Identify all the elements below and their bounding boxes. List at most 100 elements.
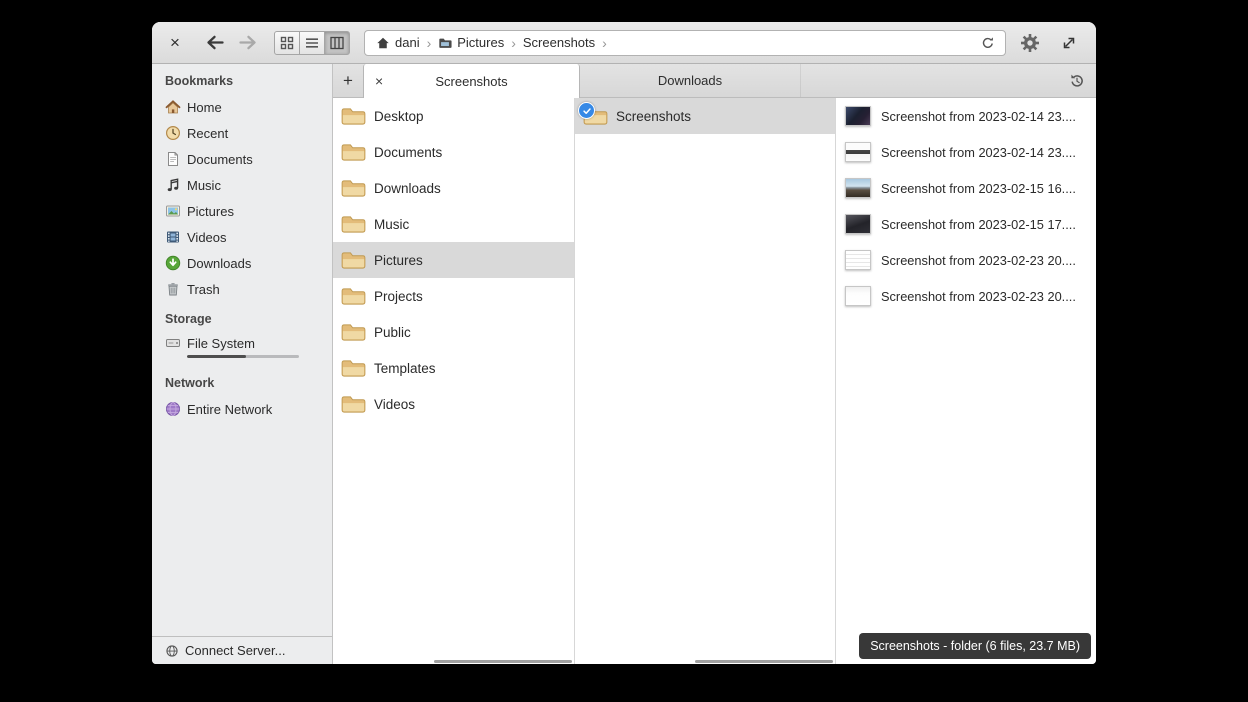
expand-icon: [1061, 35, 1077, 51]
new-tab-button[interactable]: +: [333, 64, 363, 97]
miller-columns: Desktop Documents Downloads Music: [333, 98, 1096, 664]
folder-row-documents[interactable]: Documents: [333, 134, 574, 170]
folder-name: Desktop: [374, 109, 424, 124]
folder-row-music[interactable]: Music: [333, 206, 574, 242]
tab-close-button[interactable]: ×: [375, 64, 383, 98]
folder-row-pictures[interactable]: Pictures: [333, 242, 574, 278]
horizontal-scrollbar[interactable]: [434, 660, 572, 663]
file-name: Screenshot from 2023-02-15 17....: [881, 217, 1076, 232]
file-thumbnail: [845, 106, 871, 126]
grid-view-button[interactable]: [274, 31, 300, 55]
recent-icon: [165, 125, 181, 141]
sidebar-item-label: Home: [187, 100, 222, 115]
file-row[interactable]: Screenshot from 2023-02-23 20....: [836, 242, 1096, 278]
file-thumbnail: [845, 142, 871, 162]
path-bar[interactable]: dani › Pictures › Screenshots ›: [364, 30, 1006, 56]
file-row[interactable]: Screenshot from 2023-02-23 20....: [836, 278, 1096, 314]
gear-icon: [1020, 33, 1040, 53]
sidebar-item-music[interactable]: Music: [152, 172, 332, 198]
folder-icon: [341, 359, 366, 378]
settings-button[interactable]: [1015, 28, 1045, 58]
file-row[interactable]: Screenshot from 2023-02-15 16....: [836, 170, 1096, 206]
sidebar-item-label: Entire Network: [187, 402, 272, 417]
grid-view-icon: [280, 36, 294, 50]
folder-name: Documents: [374, 145, 442, 160]
history-button[interactable]: [1058, 64, 1096, 97]
music-icon: [165, 177, 181, 193]
breadcrumb-pictures[interactable]: Pictures: [432, 35, 510, 50]
file-thumbnail: [845, 286, 871, 306]
chevron-right-icon: ›: [510, 35, 517, 51]
tab-downloads[interactable]: Downloads: [580, 64, 801, 97]
trash-icon: [165, 281, 181, 297]
tab-label: Downloads: [658, 73, 722, 88]
folder-icon: [438, 36, 452, 50]
chevron-right-icon: ›: [426, 35, 433, 51]
sidebar-section-bookmarks: Bookmarks: [152, 64, 332, 94]
tab-bar: + × Screenshots Downloads: [333, 64, 1096, 98]
fullscreen-button[interactable]: [1054, 28, 1084, 58]
folder-row-public[interactable]: Public: [333, 314, 574, 350]
sidebar-item-label: Documents: [187, 152, 253, 167]
filesystem-info: File System: [187, 335, 299, 358]
sidebar-item-documents[interactable]: Documents: [152, 146, 332, 172]
sidebar-item-videos[interactable]: Videos: [152, 224, 332, 250]
sidebar-item-recent[interactable]: Recent: [152, 120, 332, 146]
tab-screenshots[interactable]: × Screenshots: [363, 64, 580, 98]
sidebar-item-label: Videos: [187, 230, 227, 245]
home-icon: [165, 99, 181, 115]
folder-row-desktop[interactable]: Desktop: [333, 98, 574, 134]
folder-name: Projects: [374, 289, 423, 304]
folder-row-projects[interactable]: Projects: [333, 278, 574, 314]
back-button[interactable]: [202, 30, 229, 56]
horizontal-scrollbar[interactable]: [695, 660, 833, 663]
breadcrumb-label: dani: [395, 35, 420, 50]
file-name: Screenshot from 2023-02-14 23....: [881, 145, 1076, 160]
refresh-icon: [981, 36, 995, 50]
check-icon: [582, 106, 592, 116]
list-view-icon: [305, 36, 319, 50]
folder-icon: [341, 215, 366, 234]
column-view-button[interactable]: [324, 31, 350, 55]
file-name: Screenshot from 2023-02-14 23....: [881, 109, 1076, 124]
file-thumbnail: [845, 214, 871, 234]
file-row[interactable]: Screenshot from 2023-02-14 23....: [836, 98, 1096, 134]
folder-icon: [341, 179, 366, 198]
sidebar-item-label: File System: [187, 336, 299, 351]
folder-row-videos[interactable]: Videos: [333, 386, 574, 422]
sidebar-item-label: Trash: [187, 282, 220, 297]
folder-name: Public: [374, 325, 411, 340]
folder-icon: [341, 287, 366, 306]
sidebar-item-label: Pictures: [187, 204, 234, 219]
breadcrumb-screenshots[interactable]: Screenshots: [517, 35, 601, 50]
sidebar-item-pictures[interactable]: Pictures: [152, 198, 332, 224]
sidebar-item-downloads[interactable]: Downloads: [152, 250, 332, 276]
connect-server-button[interactable]: Connect Server...: [152, 636, 332, 664]
sidebar-section-storage: Storage: [152, 302, 332, 332]
folder-row-screenshots[interactable]: Screenshots: [575, 98, 835, 134]
folder-name: Videos: [374, 397, 415, 412]
folder-row-templates[interactable]: Templates: [333, 350, 574, 386]
window-close-button[interactable]: ×: [164, 32, 186, 54]
refresh-button[interactable]: [977, 32, 999, 54]
breadcrumb-home[interactable]: dani: [370, 35, 426, 50]
file-name: Screenshot from 2023-02-23 20....: [881, 289, 1076, 304]
sidebar-item-file-system[interactable]: File System: [152, 332, 332, 366]
folder-name: Templates: [374, 361, 436, 376]
folder-name: Downloads: [374, 181, 441, 196]
folder-row-downloads[interactable]: Downloads: [333, 170, 574, 206]
column-pictures-contents: Screenshots: [575, 98, 836, 664]
folder-name: Screenshots: [616, 109, 691, 124]
forward-button[interactable]: [234, 30, 261, 56]
column-view-icon: [330, 36, 344, 50]
sidebar-section-network: Network: [152, 366, 332, 396]
sidebar-item-entire-network[interactable]: Entire Network: [152, 396, 332, 422]
file-row[interactable]: Screenshot from 2023-02-15 17....: [836, 206, 1096, 242]
file-thumbnail: [845, 250, 871, 270]
pictures-icon: [165, 203, 181, 219]
sidebar-item-trash[interactable]: Trash: [152, 276, 332, 302]
list-view-button[interactable]: [299, 31, 325, 55]
file-row[interactable]: Screenshot from 2023-02-14 23....: [836, 134, 1096, 170]
sidebar-item-home[interactable]: Home: [152, 94, 332, 120]
file-name: Screenshot from 2023-02-15 16....: [881, 181, 1076, 196]
